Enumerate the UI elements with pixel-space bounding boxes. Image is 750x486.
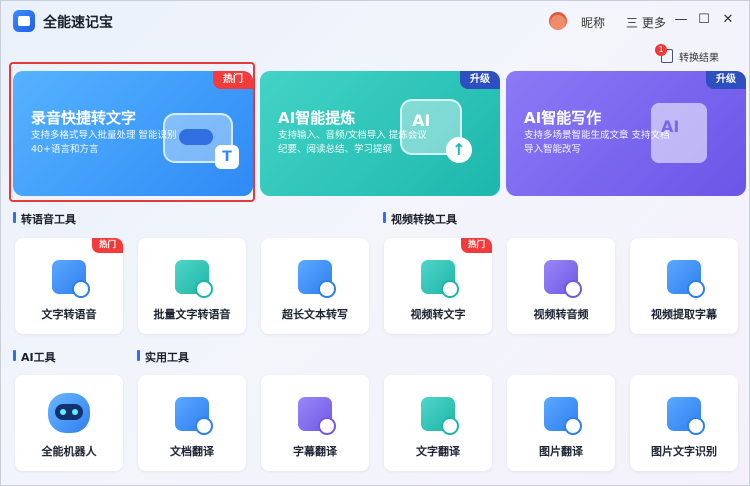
- tile-label: 文档翻译: [170, 445, 214, 458]
- image-ocr-icon: [667, 397, 705, 435]
- app-title: 全能速记宝: [43, 15, 113, 31]
- tile-image-ocr[interactable]: 图片文字识别: [630, 375, 738, 471]
- recorder-icon: T: [163, 113, 239, 169]
- tile-batch-text-to-speech[interactable]: 批量文字转语音: [138, 238, 246, 334]
- minimize-button[interactable]: —: [674, 13, 688, 27]
- convert-results-button[interactable]: 1 转换结果: [655, 44, 719, 65]
- hot-badge: 热门: [213, 71, 253, 89]
- tile-label: 文字转语音: [41, 308, 97, 321]
- banner-ai-writing[interactable]: 升级 AI智能写作 支持多场景智能生成文章 支持文档导入智能改写 AI: [506, 71, 746, 196]
- banner-description: 支持多格式导入批量处理 智能识别40+语言和方言: [31, 130, 177, 155]
- ai-chip-icon: AI ↑: [400, 99, 472, 163]
- tile-label: 文字翻译: [416, 445, 460, 458]
- more-menu-button[interactable]: 三 更多: [626, 14, 666, 31]
- banner-title: AI智能写作: [524, 109, 602, 127]
- upgrade-badge: 升级: [706, 71, 746, 89]
- tile-label: 批量文字转语音: [153, 308, 231, 321]
- tile-label: 超长文本转写: [282, 308, 348, 321]
- tile-long-text-transcribe[interactable]: 超长文本转写: [261, 238, 369, 334]
- tile-text-translate[interactable]: 文字翻译: [384, 375, 492, 471]
- subtitle-extract-icon: [667, 260, 705, 298]
- tile-label: 图片翻译: [539, 445, 583, 458]
- subtitle-translate-icon: [298, 397, 336, 435]
- tile-label: 全能机器人: [41, 445, 97, 458]
- title-bar: 全能速记宝 昵称 三 更多 — ☐ ✕: [1, 1, 750, 41]
- tile-label: 视频提取字幕: [651, 308, 717, 321]
- convert-results-label: 转换结果: [679, 52, 719, 64]
- ai-writing-icon: AI: [651, 103, 707, 163]
- tile-label: 字幕翻译: [293, 445, 337, 458]
- batch-speech-icon: [175, 260, 213, 298]
- nickname-label[interactable]: 昵称: [581, 14, 605, 31]
- tile-image-translate[interactable]: 图片翻译: [507, 375, 615, 471]
- banner-title: AI智能提炼: [278, 109, 356, 127]
- banner-ai-extract[interactable]: 升级 AI智能提炼 支持输入、音频/文档导入 提炼会议纪要、阅读总结、学习提纲 …: [260, 71, 500, 196]
- tile-video-extract-subtitles[interactable]: 视频提取字幕: [630, 238, 738, 334]
- tile-all-round-robot[interactable]: 全能机器人: [15, 375, 123, 471]
- tile-video-to-audio[interactable]: 视频转音频: [507, 238, 615, 334]
- video-to-audio-icon: [544, 260, 582, 298]
- tile-text-to-speech[interactable]: 热门 文字转语音: [15, 238, 123, 334]
- text-translate-icon: [421, 397, 459, 435]
- section-title-video-tools: 视频转换工具: [383, 211, 457, 227]
- tile-video-to-text[interactable]: 热门 视频转文字: [384, 238, 492, 334]
- tile-document-translate[interactable]: 文档翻译: [138, 375, 246, 471]
- hot-badge: 热门: [460, 238, 492, 253]
- document-translate-icon: [175, 397, 213, 435]
- video-to-text-icon: [421, 260, 459, 298]
- app-logo-icon: [13, 10, 35, 32]
- section-title-ai-tools: AI工具: [13, 349, 56, 365]
- long-text-icon: [298, 260, 336, 298]
- robot-icon: [48, 393, 90, 433]
- tile-subtitle-translate[interactable]: 字幕翻译: [261, 375, 369, 471]
- close-button[interactable]: ✕: [721, 13, 735, 27]
- image-translate-icon: [544, 397, 582, 435]
- banner-title: 录音快捷转文字: [31, 109, 137, 127]
- avatar[interactable]: [549, 12, 567, 30]
- results-count-badge: 1: [655, 44, 667, 56]
- section-title-utility-tools: 实用工具: [137, 349, 189, 365]
- hot-badge: 热门: [91, 238, 123, 253]
- tile-label: 视频转文字: [410, 308, 466, 321]
- upgrade-badge: 升级: [460, 71, 500, 89]
- tile-label: 图片文字识别: [651, 445, 717, 458]
- tile-label: 视频转音频: [533, 308, 589, 321]
- app-window: 全能速记宝 昵称 三 更多 — ☐ ✕ 1 转换结果 热门 录音快捷转文字 支持…: [0, 0, 750, 486]
- section-title-speech-tools: 转语音工具: [13, 211, 76, 227]
- banner-recording-to-text[interactable]: 热门 录音快捷转文字 支持多格式导入批量处理 智能识别40+语言和方言 T: [13, 71, 253, 196]
- text-to-speech-icon: [52, 260, 90, 298]
- maximize-button[interactable]: ☐: [697, 13, 711, 27]
